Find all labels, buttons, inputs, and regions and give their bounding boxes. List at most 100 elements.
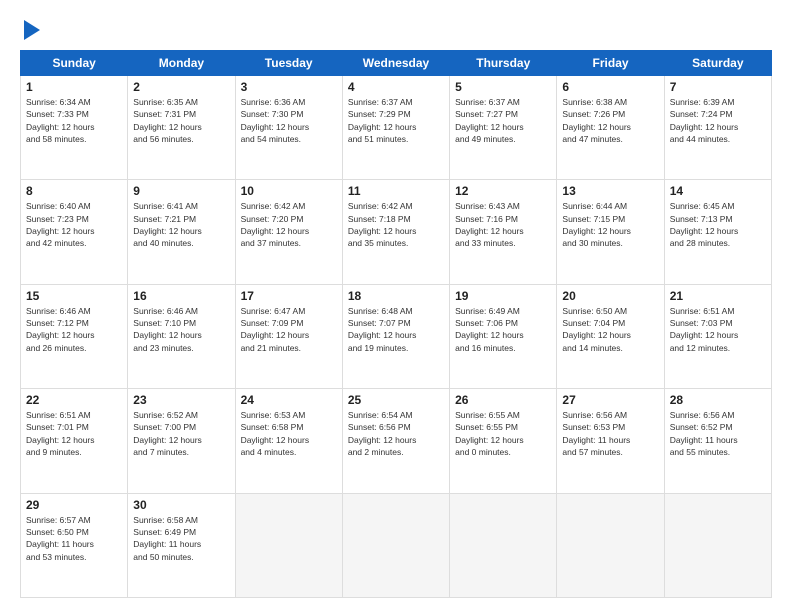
day-info: Sunrise: 6:47 AM Sunset: 7:09 PM Dayligh…	[241, 305, 337, 354]
day-number: 25	[348, 393, 444, 407]
table-row: 16 Sunrise: 6:46 AM Sunset: 7:10 PM Dayli…	[128, 284, 235, 388]
day-info: Sunrise: 6:57 AM Sunset: 6:50 PM Dayligh…	[26, 514, 122, 563]
day-info: Sunrise: 6:46 AM Sunset: 7:10 PM Dayligh…	[133, 305, 229, 354]
table-row: 17 Sunrise: 6:47 AM Sunset: 7:09 PM Dayli…	[235, 284, 342, 388]
day-number: 26	[455, 393, 551, 407]
col-monday: Monday	[128, 51, 235, 76]
col-thursday: Thursday	[450, 51, 557, 76]
day-number: 29	[26, 498, 122, 512]
day-info: Sunrise: 6:42 AM Sunset: 7:18 PM Dayligh…	[348, 200, 444, 249]
day-number: 9	[133, 184, 229, 198]
day-info: Sunrise: 6:55 AM Sunset: 6:55 PM Dayligh…	[455, 409, 551, 458]
day-info: Sunrise: 6:39 AM Sunset: 7:24 PM Dayligh…	[670, 96, 766, 145]
day-info: Sunrise: 6:37 AM Sunset: 7:27 PM Dayligh…	[455, 96, 551, 145]
day-number: 7	[670, 80, 766, 94]
day-number: 20	[562, 289, 658, 303]
day-info: Sunrise: 6:50 AM Sunset: 7:04 PM Dayligh…	[562, 305, 658, 354]
day-number: 6	[562, 80, 658, 94]
day-info: Sunrise: 6:43 AM Sunset: 7:16 PM Dayligh…	[455, 200, 551, 249]
table-row: 29 Sunrise: 6:57 AM Sunset: 6:50 PM Dayli…	[21, 493, 128, 597]
table-row	[235, 493, 342, 597]
day-info: Sunrise: 6:58 AM Sunset: 6:49 PM Dayligh…	[133, 514, 229, 563]
table-row: 12 Sunrise: 6:43 AM Sunset: 7:16 PM Dayli…	[450, 180, 557, 284]
day-info: Sunrise: 6:49 AM Sunset: 7:06 PM Dayligh…	[455, 305, 551, 354]
day-info: Sunrise: 6:52 AM Sunset: 7:00 PM Dayligh…	[133, 409, 229, 458]
table-row: 15Sunrise: 6:46 AM Sunset: 7:12 PM Dayli…	[21, 284, 128, 388]
table-row: 14 Sunrise: 6:45 AM Sunset: 7:13 PM Dayli…	[664, 180, 771, 284]
day-info: Sunrise: 6:42 AM Sunset: 7:20 PM Dayligh…	[241, 200, 337, 249]
day-number: 28	[670, 393, 766, 407]
col-wednesday: Wednesday	[342, 51, 449, 76]
day-info: Sunrise: 6:56 AM Sunset: 6:52 PM Dayligh…	[670, 409, 766, 458]
table-row: 5 Sunrise: 6:37 AM Sunset: 7:27 PM Daylig…	[450, 76, 557, 180]
table-row	[342, 493, 449, 597]
calendar-row: 29 Sunrise: 6:57 AM Sunset: 6:50 PM Dayli…	[21, 493, 772, 597]
calendar-row: 1Sunrise: 6:34 AM Sunset: 7:33 PM Daylig…	[21, 76, 772, 180]
day-number: 15	[26, 289, 122, 303]
table-row: 27 Sunrise: 6:56 AM Sunset: 6:53 PM Dayli…	[557, 389, 664, 493]
table-row: 10 Sunrise: 6:42 AM Sunset: 7:20 PM Dayli…	[235, 180, 342, 284]
col-tuesday: Tuesday	[235, 51, 342, 76]
day-number: 8	[26, 184, 122, 198]
col-sunday: Sunday	[21, 51, 128, 76]
table-row: 6 Sunrise: 6:38 AM Sunset: 7:26 PM Daylig…	[557, 76, 664, 180]
logo	[20, 18, 40, 40]
day-info: Sunrise: 6:44 AM Sunset: 7:15 PM Dayligh…	[562, 200, 658, 249]
header	[20, 18, 772, 40]
day-info: Sunrise: 6:45 AM Sunset: 7:13 PM Dayligh…	[670, 200, 766, 249]
table-row: 28 Sunrise: 6:56 AM Sunset: 6:52 PM Dayli…	[664, 389, 771, 493]
col-saturday: Saturday	[664, 51, 771, 76]
table-row: 1Sunrise: 6:34 AM Sunset: 7:33 PM Daylig…	[21, 76, 128, 180]
day-info: Sunrise: 6:41 AM Sunset: 7:21 PM Dayligh…	[133, 200, 229, 249]
table-row: 20 Sunrise: 6:50 AM Sunset: 7:04 PM Dayli…	[557, 284, 664, 388]
day-number: 27	[562, 393, 658, 407]
day-number: 21	[670, 289, 766, 303]
table-row: 18Sunrise: 6:48 AM Sunset: 7:07 PM Dayli…	[342, 284, 449, 388]
calendar-table: Sunday Monday Tuesday Wednesday Thursday…	[20, 50, 772, 598]
table-row: 7 Sunrise: 6:39 AM Sunset: 7:24 PM Daylig…	[664, 76, 771, 180]
table-row: 19 Sunrise: 6:49 AM Sunset: 7:06 PM Dayli…	[450, 284, 557, 388]
day-number: 16	[133, 289, 229, 303]
day-info: Sunrise: 6:38 AM Sunset: 7:26 PM Dayligh…	[562, 96, 658, 145]
day-number: 22	[26, 393, 122, 407]
table-row: 2 Sunrise: 6:35 AM Sunset: 7:31 PM Daylig…	[128, 76, 235, 180]
weekday-header-row: Sunday Monday Tuesday Wednesday Thursday…	[21, 51, 772, 76]
day-info: Sunrise: 6:51 AM Sunset: 7:01 PM Dayligh…	[26, 409, 122, 458]
day-number: 3	[241, 80, 337, 94]
day-number: 19	[455, 289, 551, 303]
col-friday: Friday	[557, 51, 664, 76]
day-info: Sunrise: 6:36 AM Sunset: 7:30 PM Dayligh…	[241, 96, 337, 145]
table-row: 30 Sunrise: 6:58 AM Sunset: 6:49 PM Dayli…	[128, 493, 235, 597]
day-info: Sunrise: 6:56 AM Sunset: 6:53 PM Dayligh…	[562, 409, 658, 458]
day-number: 14	[670, 184, 766, 198]
table-row: 3 Sunrise: 6:36 AM Sunset: 7:30 PM Daylig…	[235, 76, 342, 180]
day-number: 12	[455, 184, 551, 198]
day-info: Sunrise: 6:37 AM Sunset: 7:29 PM Dayligh…	[348, 96, 444, 145]
table-row: 23 Sunrise: 6:52 AM Sunset: 7:00 PM Dayli…	[128, 389, 235, 493]
day-info: Sunrise: 6:35 AM Sunset: 7:31 PM Dayligh…	[133, 96, 229, 145]
day-number: 13	[562, 184, 658, 198]
logo-arrow-icon	[24, 20, 40, 40]
day-info: Sunrise: 6:54 AM Sunset: 6:56 PM Dayligh…	[348, 409, 444, 458]
calendar-row: 8 Sunrise: 6:40 AM Sunset: 7:23 PM Daylig…	[21, 180, 772, 284]
day-number: 4	[348, 80, 444, 94]
day-number: 10	[241, 184, 337, 198]
day-info: Sunrise: 6:51 AM Sunset: 7:03 PM Dayligh…	[670, 305, 766, 354]
table-row: 11Sunrise: 6:42 AM Sunset: 7:18 PM Dayli…	[342, 180, 449, 284]
day-number: 30	[133, 498, 229, 512]
day-number: 17	[241, 289, 337, 303]
day-info: Sunrise: 6:40 AM Sunset: 7:23 PM Dayligh…	[26, 200, 122, 249]
table-row: 8 Sunrise: 6:40 AM Sunset: 7:23 PM Daylig…	[21, 180, 128, 284]
table-row: 22 Sunrise: 6:51 AM Sunset: 7:01 PM Dayli…	[21, 389, 128, 493]
day-info: Sunrise: 6:48 AM Sunset: 7:07 PM Dayligh…	[348, 305, 444, 354]
table-row: 21 Sunrise: 6:51 AM Sunset: 7:03 PM Dayli…	[664, 284, 771, 388]
table-row: 24Sunrise: 6:53 AM Sunset: 6:58 PM Dayli…	[235, 389, 342, 493]
day-number: 2	[133, 80, 229, 94]
day-number: 23	[133, 393, 229, 407]
day-number: 5	[455, 80, 551, 94]
day-info: Sunrise: 6:53 AM Sunset: 6:58 PM Dayligh…	[241, 409, 337, 458]
table-row: 26 Sunrise: 6:55 AM Sunset: 6:55 PM Dayli…	[450, 389, 557, 493]
table-row	[664, 493, 771, 597]
day-number: 1	[26, 80, 122, 94]
calendar-row: 15Sunrise: 6:46 AM Sunset: 7:12 PM Dayli…	[21, 284, 772, 388]
